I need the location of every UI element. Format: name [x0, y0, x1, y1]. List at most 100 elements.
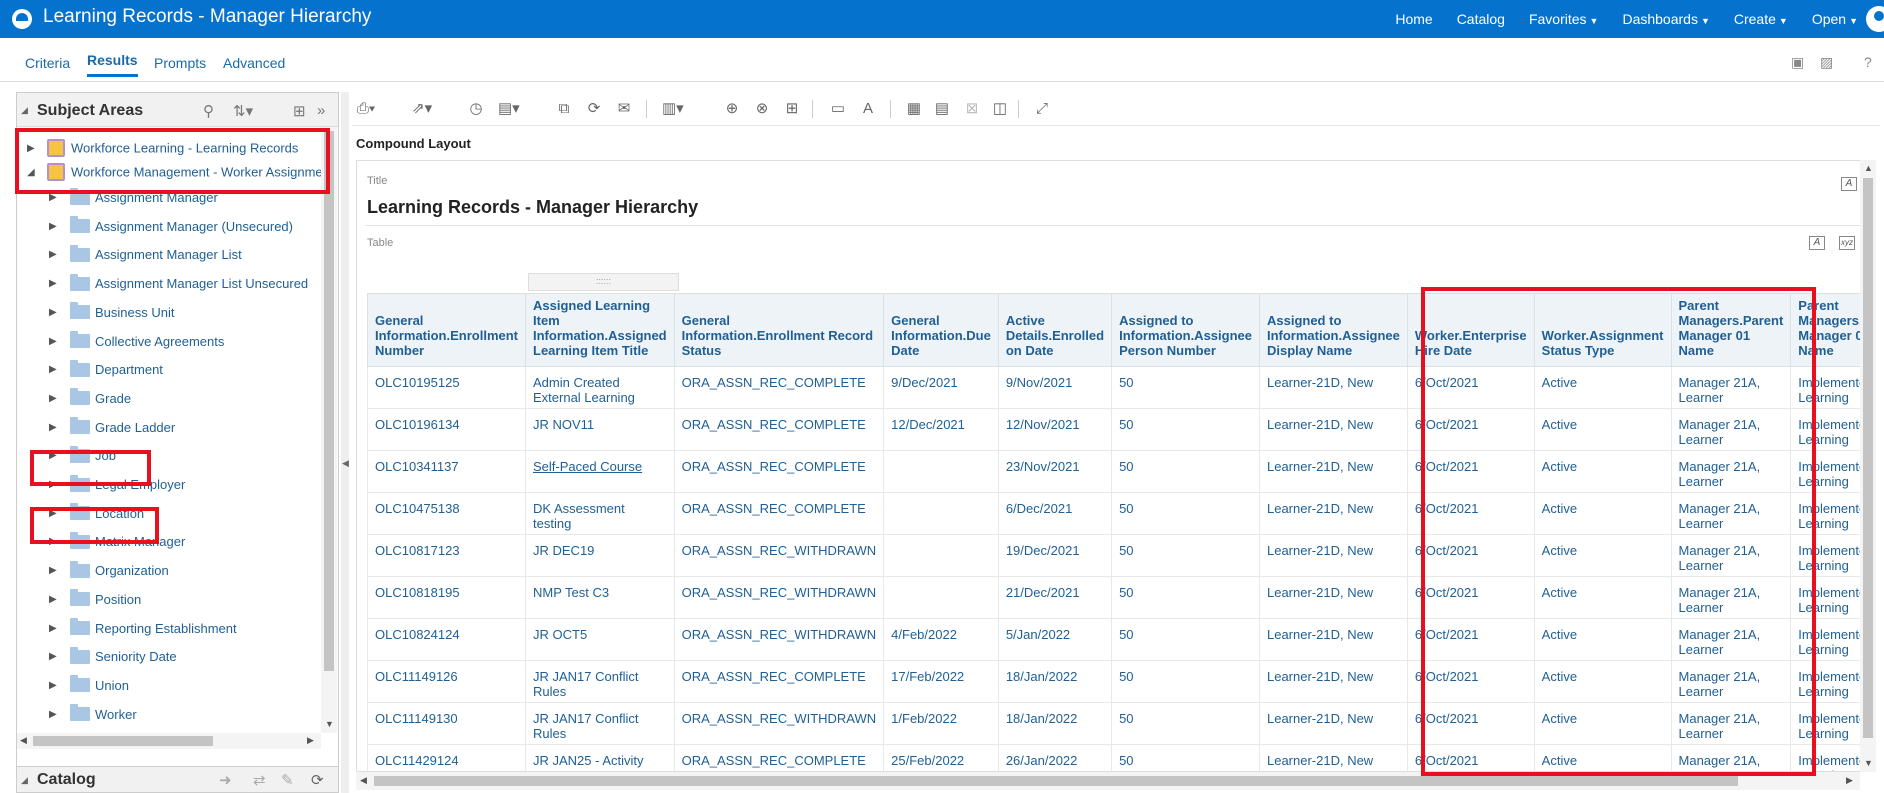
edit-icon[interactable]: ✎ — [281, 771, 294, 789]
expand-icon[interactable]: ▶ — [49, 479, 63, 490]
show-hide-icon[interactable]: ▤ — [932, 100, 952, 118]
save-icon[interactable]: ▣ — [1791, 54, 1807, 70]
folder-assignment-manager-list-unsecured[interactable]: ▶ Assignment Manager List Unsecured — [49, 273, 308, 295]
print-icon[interactable]: ⎙▾ — [356, 100, 376, 118]
format-view-icon[interactable]: xyz — [1839, 236, 1855, 250]
email-icon[interactable]: ✉ — [614, 100, 634, 118]
column-header[interactable]: General Information.Due Date — [883, 293, 999, 367]
user-avatar-icon[interactable] — [1866, 6, 1884, 32]
column-header[interactable]: Worker.Enterprise Hire Date — [1406, 293, 1535, 367]
help-icon[interactable]: ? — [1864, 54, 1880, 70]
refresh-icon[interactable]: ⟳ — [584, 100, 604, 118]
text-format-icon[interactable]: A — [858, 100, 878, 118]
collapse-icon[interactable]: ◢ — [21, 105, 28, 116]
tab-criteria[interactable]: Criteria — [25, 55, 70, 71]
expand-panel-icon[interactable]: » — [317, 102, 325, 119]
preview-icon[interactable]: ⧉ — [554, 100, 574, 118]
scroll-left-icon[interactable]: ◀ — [20, 735, 27, 746]
scroll-thumb[interactable] — [374, 776, 1738, 786]
oracle-logo-icon[interactable] — [12, 9, 32, 29]
folder-job[interactable]: ▶ Job — [49, 445, 116, 467]
folder-assignment-manager-unsecured[interactable]: ▶ Assignment Manager (Unsecured) — [49, 216, 293, 238]
scroll-down-icon[interactable]: ▼ — [1864, 758, 1873, 768]
column-header[interactable]: Worker.Assignment Status Type — [1533, 293, 1672, 367]
column-header[interactable]: Assigned to Information.Assignee Display… — [1258, 293, 1408, 367]
folder-grade[interactable]: ▶ Grade — [49, 388, 131, 410]
folder-assignment-manager[interactable]: ▶ Assignment Manager — [49, 187, 218, 209]
column-header[interactable]: Parent Managers.Parent Manager 02 Name — [1790, 293, 1861, 367]
scroll-thumb[interactable] — [33, 736, 213, 746]
folder-organization[interactable]: ▶ Organization — [49, 560, 169, 582]
expand-icon[interactable]: ▶ — [49, 422, 63, 433]
panel-splitter[interactable]: ◀ — [341, 92, 349, 793]
sort-icon[interactable]: ⇅▾ — [233, 102, 253, 120]
folder-assignment-manager-list[interactable]: ▶ Assignment Manager List — [49, 244, 242, 266]
expand-icon[interactable]: ▶ — [49, 623, 63, 634]
column-header[interactable]: Parent Managers.Parent Manager 01 Name — [1670, 293, 1792, 367]
catalog-panel-header[interactable]: ◢ Catalog ➜ ⇄ ✎ ⟳ — [16, 766, 339, 793]
expand-icon[interactable]: ▶ — [49, 709, 63, 720]
subject-area-learning-records[interactable]: ▶ Workforce Learning - Learning Records — [27, 139, 298, 159]
tab-results[interactable]: Results — [87, 52, 138, 77]
folder-grade-ladder[interactable]: ▶ Grade Ladder — [49, 417, 175, 439]
folder-worker[interactable]: ▶ Worker — [49, 704, 137, 726]
edit-view-icon[interactable]: A — [1841, 177, 1857, 191]
expand-icon[interactable]: ▶ — [49, 450, 63, 461]
tab-advanced[interactable]: Advanced — [223, 55, 285, 71]
folder-business-unit[interactable]: ▶ Business Unit — [49, 302, 174, 324]
column-header[interactable]: Assigned Learning Item Information.Assig… — [525, 293, 675, 367]
expand-icon[interactable]: ▶ — [49, 192, 63, 203]
add-to-criteria-icon[interactable]: ➜ — [219, 771, 232, 789]
scroll-thumb[interactable] — [324, 131, 334, 671]
new-calculated-item-icon[interactable]: ⊕ — [722, 100, 742, 118]
column-header[interactable]: General Information.Enrollment Record St… — [673, 293, 885, 367]
expand-icon[interactable]: ▶ — [49, 249, 63, 260]
folder-location[interactable]: ▶ Location — [49, 503, 144, 525]
expand-icon[interactable]: ▶ — [49, 536, 63, 547]
folder-department[interactable]: ▶ Department — [49, 359, 163, 381]
column-header[interactable]: Assigned to Information.Assignee Person … — [1111, 293, 1260, 367]
nav-home[interactable]: Home — [1395, 11, 1432, 27]
collapse-left-icon[interactable]: ◀ — [342, 458, 349, 469]
expand-icon[interactable]: ▶ — [49, 565, 63, 576]
nav-favorites[interactable]: Favorites ▼ — [1529, 11, 1599, 27]
column-header[interactable]: Active Details.Enrolled on Date — [997, 293, 1113, 367]
scroll-down-icon[interactable]: ▼ — [325, 719, 334, 729]
expand-icon[interactable]: ▶ — [49, 336, 63, 347]
export-icon[interactable]: ⇗▾ — [412, 100, 432, 118]
folder-seniority-date[interactable]: ▶ Seniority Date — [49, 646, 177, 668]
edit-group-icon[interactable]: ⊞ — [782, 100, 802, 118]
new-view-icon[interactable]: ▥▾ — [662, 100, 684, 118]
scroll-right-icon[interactable]: ▶ — [307, 735, 314, 746]
expand-icon[interactable]: ▶ — [49, 364, 63, 375]
tree-vertical-scrollbar[interactable]: ▲ ▼ — [321, 127, 337, 733]
expand-icon[interactable]: ▶ — [49, 594, 63, 605]
results-vertical-scrollbar[interactable]: ▲ ▼ — [1860, 160, 1876, 772]
expand-icon[interactable]: ▶ — [49, 221, 63, 232]
folder-collective-agreements[interactable]: ▶ Collective Agreements — [49, 331, 224, 353]
search-icon[interactable]: ⚲ — [203, 102, 214, 120]
expand-icon[interactable]: ▶ — [49, 307, 63, 318]
table-cell[interactable]: Self-Paced Course — [525, 450, 675, 493]
maximize-icon[interactable]: ⤢ — [1032, 100, 1052, 118]
scroll-up-icon[interactable]: ▲ — [1864, 163, 1873, 173]
add-icon[interactable]: ⊞ — [293, 102, 306, 120]
nav-create[interactable]: Create ▼ — [1734, 11, 1788, 27]
report-properties-icon[interactable]: ▦ — [904, 100, 924, 118]
nav-dashboards[interactable]: Dashboards ▼ — [1622, 11, 1709, 27]
folder-matrix-manager[interactable]: ▶ Matrix Manager — [49, 531, 185, 553]
save-as-icon[interactable]: ▨ — [1820, 54, 1836, 70]
column-drag-handle[interactable]: :::::: — [528, 273, 679, 291]
tree-horizontal-scrollbar[interactable]: ◀ ▶ — [17, 733, 321, 749]
column-header[interactable]: General Information.Enrollment Number — [367, 293, 526, 367]
tab-prompts[interactable]: Prompts — [154, 55, 206, 71]
expand-icon[interactable]: ▶ — [27, 143, 41, 154]
schedule-icon[interactable]: ◷ — [466, 100, 486, 118]
insert-icon[interactable]: ⇄ — [253, 771, 266, 789]
folder-reporting-establishment[interactable]: ▶ Reporting Establishment — [49, 618, 237, 640]
scroll-left-icon[interactable]: ◀ — [360, 775, 367, 786]
folder-union[interactable]: ▶ Union — [49, 675, 129, 697]
new-group-icon[interactable]: ⊗ — [752, 100, 772, 118]
expand-icon[interactable]: ▶ — [49, 278, 63, 289]
subject-area-worker-assignment[interactable]: ◢Workforce Management - Worker Assignmen… — [27, 163, 321, 183]
